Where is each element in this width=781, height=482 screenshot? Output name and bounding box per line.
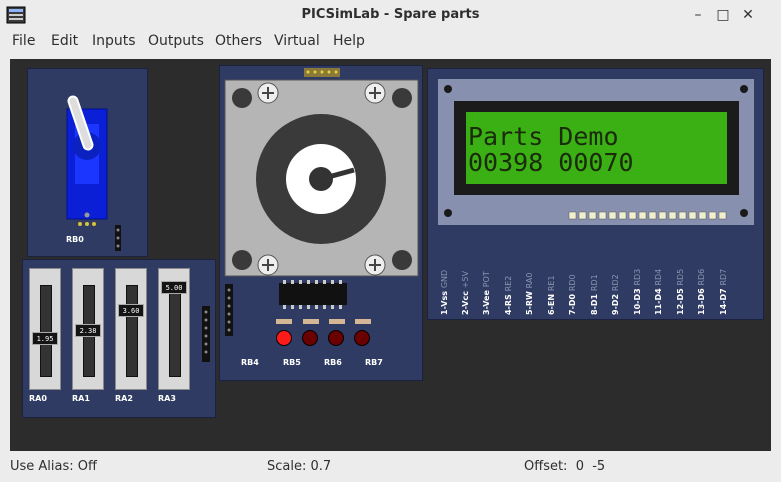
window-title: PICSimLab - Spare parts (301, 7, 480, 22)
menu-bar: File Edit Inputs Outputs Others Virtual … (0, 30, 781, 54)
lcd-pin-6: 6-EN RE1 (547, 275, 556, 315)
lcd-pin-10: 10-D3 RD3 (633, 268, 642, 315)
menu-outputs[interactable]: Outputs (148, 33, 204, 49)
slider-label-ra0: RA0 (29, 394, 47, 403)
menu-others[interactable]: Others (215, 33, 262, 49)
stepper-motor-part[interactable]: RB4 RB5 RB6 RB7 (219, 65, 423, 381)
lcd-line-1: Parts Demo (468, 122, 619, 151)
lcd-pin-4: 4-RS RE2 (504, 275, 513, 315)
servo-part[interactable]: RB0 (27, 68, 148, 257)
lcd-pin-7: 7-D0 RD0 (568, 274, 577, 315)
lcd-pin-12: 12-D5 RD5 (676, 268, 685, 315)
maximize-button[interactable]: □ (713, 5, 733, 25)
slider-label-ra1: RA1 (72, 394, 90, 403)
close-button[interactable]: ✕ (738, 5, 758, 25)
lcd-line-2: 00398 00070 (468, 148, 634, 177)
stepper-pin-rb4: RB4 (241, 358, 259, 367)
stepper-pin-rb7: RB7 (365, 358, 383, 367)
menu-inputs[interactable]: Inputs (92, 33, 136, 49)
slider-track (40, 285, 52, 377)
led-rb6 (302, 330, 318, 346)
menu-file[interactable]: File (12, 33, 35, 49)
status-alias: Use Alias: Off (10, 459, 97, 474)
servo-pin-label: RB0 (66, 235, 84, 244)
lcd-pin-11: 11-D4 RD4 (654, 268, 663, 315)
title-bar[interactable]: PICSimLab - Spare parts – □ ✕ (0, 0, 781, 30)
led-rb8 (354, 330, 370, 346)
slider-ra0[interactable]: 1.95 (29, 268, 61, 390)
menu-virtual[interactable]: Virtual (274, 33, 320, 49)
slider-knob[interactable]: 1.95 (32, 332, 58, 345)
slider-label-ra2: RA2 (115, 394, 133, 403)
stepper-pin-rb5: RB5 (283, 358, 301, 367)
slider-knob[interactable]: 2.38 (75, 324, 101, 337)
lcd-pin-8: 8-D1 RD1 (590, 274, 599, 315)
menu-edit[interactable]: Edit (51, 33, 78, 49)
slider-label-ra3: RA3 (158, 394, 176, 403)
status-bar: Use Alias: Off Scale: 0.7 Offset: 0 -5 (0, 456, 781, 482)
lcd-pin-9: 9-D2 RD2 (611, 274, 620, 315)
slider-ra1[interactable]: 2.38 (72, 268, 104, 390)
slider-track (126, 285, 138, 377)
menu-help[interactable]: Help (333, 33, 365, 49)
slider-ra3[interactable]: 5.00 (158, 268, 190, 390)
led-rb7 (328, 330, 344, 346)
slider-track (169, 285, 181, 377)
lcd-pin-2: 2-Vcc +5V (461, 270, 470, 315)
stepper-pin-rb6: RB6 (324, 358, 342, 367)
status-offset: Offset: 0 -5 (524, 459, 606, 474)
servo-motor-graphic (66, 95, 121, 251)
parts-workspace[interactable]: RB0 1.95 2.38 3.60 5.00 RA0 RA1 RA2 RA3 … (10, 59, 771, 451)
lcd-pin-1: 1-Vss GND (440, 269, 449, 315)
slider-ra2[interactable]: 3.60 (115, 268, 147, 390)
lcd-pin-3: 3-Vee POT (482, 271, 491, 315)
minimize-button[interactable]: – (688, 5, 708, 25)
slider-knob[interactable]: 3.60 (118, 304, 144, 317)
potentiometers-part[interactable]: 1.95 2.38 3.60 5.00 RA0 RA1 RA2 RA3 (22, 259, 216, 418)
stepper-motor-graphic (224, 68, 419, 336)
picsimlab-window: PICSimLab - Spare parts – □ ✕ File Edit … (0, 0, 781, 482)
slider-knob[interactable]: 5.00 (161, 281, 187, 294)
lcd-part[interactable]: Parts Demo 00398 00070 1-Vss GND 2-Vcc +… (427, 68, 764, 320)
lcd-pin-5: 5-RW RA0 (525, 272, 534, 315)
status-scale: Scale: 0.7 (267, 459, 332, 474)
slider-pin-header (202, 306, 210, 362)
lcd-pin-14: 14-D7 RD7 (719, 268, 728, 315)
lcd-pin-13: 13-D6 RD6 (697, 268, 706, 315)
led-rb5 (276, 330, 292, 346)
